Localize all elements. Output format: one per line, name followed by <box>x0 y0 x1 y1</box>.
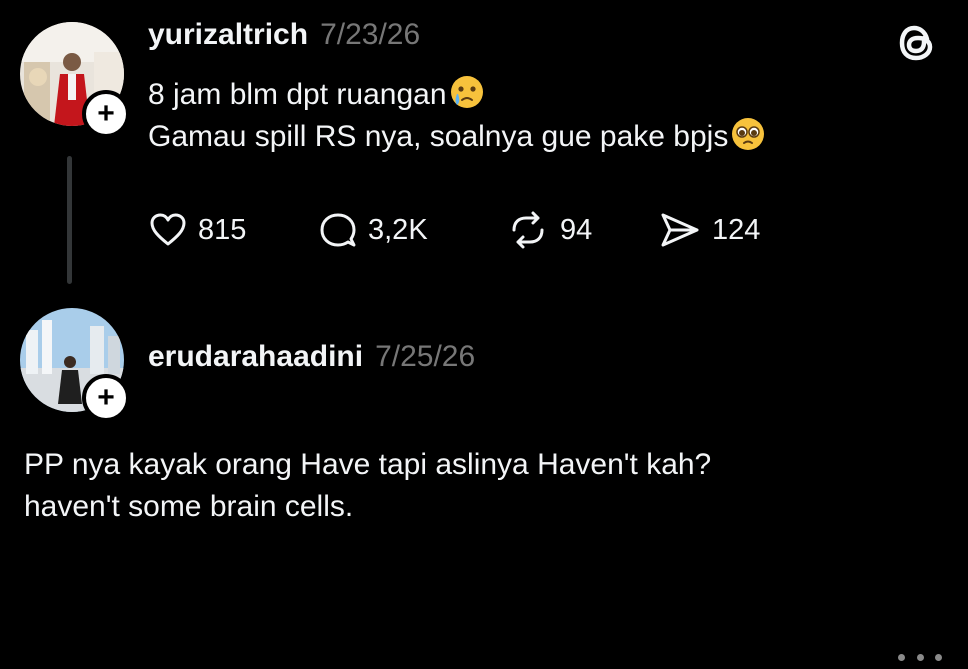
follow-button[interactable]: + <box>82 374 130 422</box>
post-erudarahaadini: + erudarahaadini 7/25/26 PP nya kayak or… <box>0 300 968 661</box>
like-button[interactable]: 815 <box>148 210 246 250</box>
post-line-1: 8 jam blm dpt ruangan <box>148 74 766 116</box>
more-dot <box>916 653 924 661</box>
reply-button[interactable]: 3,2K <box>318 210 428 250</box>
threads-logo-icon[interactable] <box>894 20 940 66</box>
like-count: 815 <box>198 213 247 246</box>
more-dot <box>935 653 942 661</box>
post-text: PP nya kayak orang Have tapi aslinya Hav… <box>24 444 711 528</box>
post-line-2-text: Gamau spill RS nya, soalnya gue pake bpj… <box>148 120 729 153</box>
more-options-button[interactable] <box>898 645 942 669</box>
plus-icon: + <box>97 381 115 414</box>
share-button[interactable]: 124 <box>658 210 760 250</box>
post-date: 7/23/26 <box>320 18 421 51</box>
plus-icon: + <box>97 97 115 130</box>
avatar-container[interactable]: + <box>20 308 130 422</box>
pleading-face-emoji <box>732 118 765 150</box>
repost-arrows-icon <box>512 211 544 249</box>
comment-bubble-icon <box>320 213 356 247</box>
post-date: 7/25/26 <box>375 340 476 373</box>
send-icon <box>661 213 699 247</box>
post-yurizaltrich: + yurizaltrich 7/23/26 8 jam blm dpt rua… <box>0 0 968 300</box>
face-holding-back-tears-emoji <box>450 76 483 108</box>
post-line-2: Gamau spill RS nya, soalnya gue pake bpj… <box>148 116 766 158</box>
avatar-container[interactable]: + <box>20 22 130 138</box>
share-count: 124 <box>712 213 761 246</box>
more-dot <box>898 653 905 661</box>
post-text: 8 jam blm dpt ruangan Gamau spill RS nya… <box>148 74 766 158</box>
post-line-2: haven't some brain cells. <box>24 490 354 523</box>
follow-button[interactable]: + <box>82 90 130 138</box>
username[interactable]: yurizaltrich <box>148 18 308 52</box>
heart-icon <box>150 213 186 246</box>
repost-button[interactable]: 94 <box>506 210 592 250</box>
post-line-1: PP nya kayak orang Have tapi aslinya Hav… <box>24 448 712 481</box>
post-header: erudarahaadini 7/25/26 <box>148 340 475 374</box>
thread-connector-line <box>67 156 72 284</box>
username[interactable]: erudarahaadini <box>148 340 363 374</box>
post-header: yurizaltrich 7/23/26 <box>148 18 420 52</box>
reply-count: 3,2K <box>368 213 428 246</box>
repost-count: 94 <box>560 213 593 246</box>
post-line-1-text: 8 jam blm dpt ruangan <box>148 78 447 111</box>
